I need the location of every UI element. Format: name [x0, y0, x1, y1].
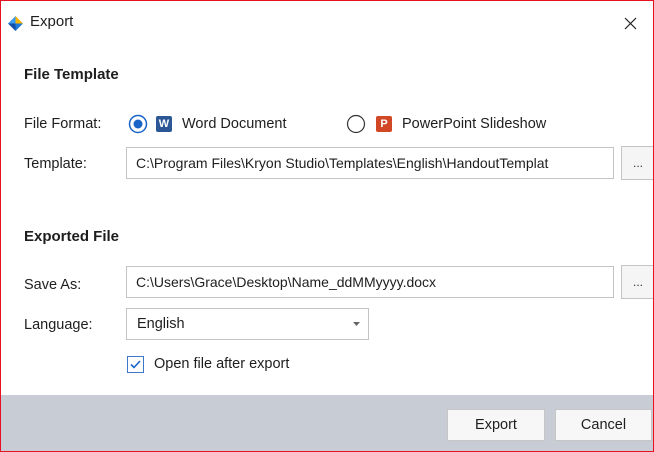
- app-diamond-logo-icon: [8, 16, 23, 31]
- dialog-footer: Export Cancel: [1, 395, 653, 451]
- powerpoint-slideshow-label[interactable]: PowerPoint Slideshow: [402, 116, 546, 132]
- window-title: Export: [30, 13, 74, 30]
- dropdown-caret-icon: [353, 322, 360, 326]
- language-select[interactable]: English: [126, 308, 369, 340]
- template-browse-button[interactable]: ...: [621, 146, 653, 180]
- radio-powerpoint-slideshow[interactable]: [346, 114, 366, 134]
- export-dialog: Export File Template File Format: W Word…: [0, 0, 654, 452]
- checkmark-icon: [130, 360, 141, 369]
- open-after-export-checkbox[interactable]: [127, 356, 144, 373]
- open-after-export-label[interactable]: Open file after export: [154, 356, 289, 372]
- radio-unselected-icon: [346, 114, 366, 134]
- language-label: Language:: [24, 317, 93, 333]
- title-bar: Export: [1, 1, 653, 45]
- close-button[interactable]: [607, 1, 653, 45]
- language-selected-value: English: [137, 316, 185, 332]
- radio-word-document[interactable]: [128, 114, 148, 134]
- close-icon: [624, 17, 636, 29]
- save-as-label: Save As:: [24, 277, 82, 293]
- template-label: Template:: [24, 156, 87, 172]
- cancel-button[interactable]: Cancel: [555, 409, 652, 441]
- save-as-browse-button[interactable]: ...: [621, 265, 653, 299]
- file-format-label: File Format:: [24, 116, 102, 132]
- file-template-heading: File Template: [24, 66, 119, 83]
- template-path-input[interactable]: [126, 147, 614, 179]
- radio-selected-icon: [128, 114, 148, 134]
- save-as-path-input[interactable]: [126, 266, 614, 298]
- export-button[interactable]: Export: [447, 409, 545, 441]
- word-document-label[interactable]: Word Document: [182, 116, 287, 132]
- word-icon: W: [156, 116, 172, 132]
- powerpoint-icon: P: [376, 116, 392, 132]
- exported-file-heading: Exported File: [24, 228, 120, 245]
